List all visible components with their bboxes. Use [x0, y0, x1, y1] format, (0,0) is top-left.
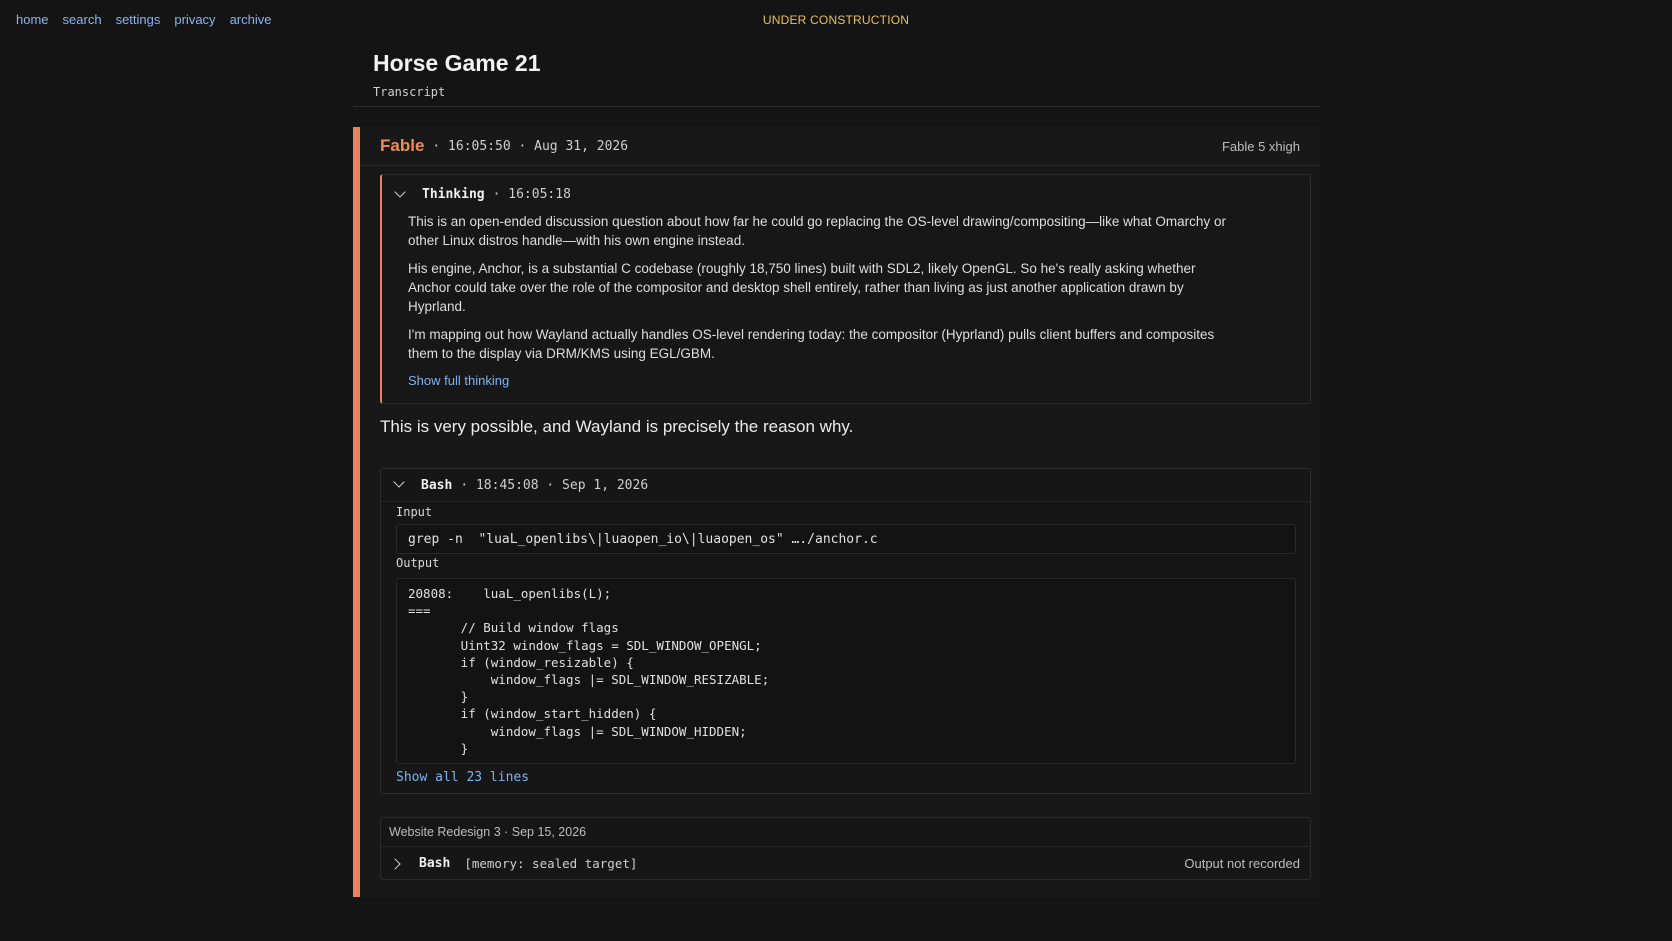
- turn-meta: · 16:05:50 · Aug 31, 2026: [432, 138, 629, 154]
- referenced-tool-block: Website Redesign 3 · Sep 15, 2026 Bash […: [380, 817, 1311, 880]
- thinking-block: Thinking · 16:05:18 This is an open-ende…: [380, 174, 1311, 404]
- output-label: Output: [396, 556, 440, 570]
- construction-banner: UNDER CONSTRUCTION: [762, 13, 910, 27]
- thinking-paragraph: This is an open-ended discussion questio…: [408, 214, 1226, 248]
- tool-output: 20808: luaL_openlibs(L); === // Build wi…: [396, 578, 1296, 764]
- tool-name: Bash: [421, 477, 453, 493]
- ref-header: Website Redesign 3 · Sep 15, 2026: [381, 818, 1310, 847]
- model-label: Fable 5 xhigh: [1221, 138, 1300, 154]
- speaker-name: Fable: [380, 136, 425, 155]
- input-label: Input: [396, 505, 433, 519]
- turn-header: Fable · 16:05:50 · Aug 31, 2026 Fable 5 …: [360, 127, 1320, 166]
- ref-tool-row[interactable]: Bash [memory: sealed target] Output not …: [381, 847, 1310, 880]
- thinking-text: This is an open-ended discussion questio…: [408, 212, 1228, 372]
- thinking-time: · 16:05:18: [492, 187, 571, 202]
- chevron-down-icon[interactable]: [393, 478, 407, 492]
- thinking-paragraph: His engine, Anchor, is a substantial C c…: [408, 261, 1196, 314]
- show-full-thinking-link[interactable]: Show full thinking: [408, 373, 509, 388]
- ref-tool-status: Output not recorded: [1184, 856, 1300, 871]
- ref-tool-name: Bash: [419, 856, 451, 871]
- chevron-right-icon[interactable]: [391, 857, 405, 871]
- show-all-lines-link[interactable]: Show all 23 lines: [396, 770, 529, 785]
- tool-call-block: Bash · 18:45:08 · Sep 1, 2026 Input grep…: [380, 468, 1311, 794]
- tool-meta: · 18:45:08 · Sep 1, 2026: [460, 477, 649, 493]
- page-title: Horse Game 21: [373, 50, 541, 76]
- tool-input: grep -n "luaL_openlibs\|luaopen_io\|luao…: [396, 524, 1296, 554]
- thinking-paragraph: I'm mapping out how Wayland actually han…: [408, 327, 1215, 361]
- header-divider: [353, 106, 1320, 107]
- thinking-title: Thinking: [422, 187, 485, 202]
- page-header: Horse Game 21 Transcript: [373, 50, 540, 99]
- chevron-down-icon[interactable]: [394, 188, 408, 202]
- assistant-answer: This is very possible, and Wayland is pr…: [380, 417, 854, 436]
- assistant-turn: Fable · 16:05:50 · Aug 31, 2026 Fable 5 …: [353, 127, 1320, 897]
- tool-call-toggle[interactable]: Bash · 18:45:08 · Sep 1, 2026: [381, 469, 1310, 502]
- thinking-toggle[interactable]: Thinking · 16:05:18: [394, 187, 571, 202]
- ref-tool-arg: [memory: sealed target]: [464, 856, 638, 871]
- page-subtitle: Transcript: [373, 85, 446, 99]
